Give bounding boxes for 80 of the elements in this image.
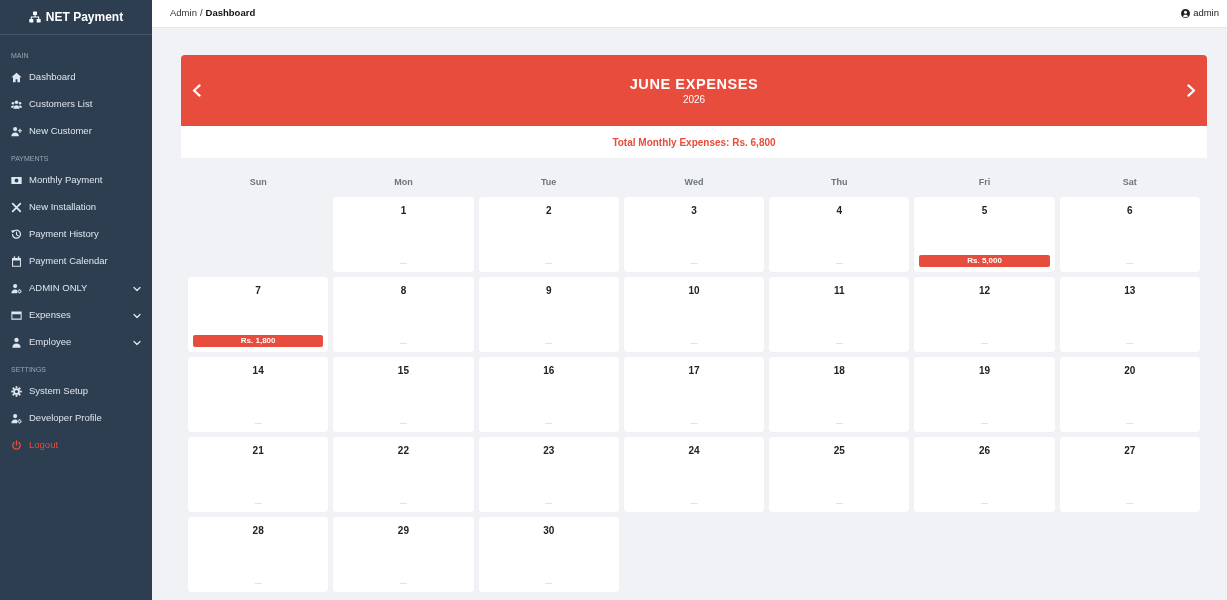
day-number: 26 xyxy=(979,445,991,457)
power-icon xyxy=(11,440,22,451)
next-month-button[interactable] xyxy=(1187,84,1196,97)
weekday-label: Thu xyxy=(831,176,848,188)
weekday-label: Tue xyxy=(541,176,557,188)
weekday-label: Sun xyxy=(249,176,267,188)
history-icon xyxy=(11,229,22,240)
weekday-label: Fri xyxy=(978,176,991,188)
day-number: 11 xyxy=(834,285,845,297)
day-number: 27 xyxy=(1124,445,1136,457)
home-icon xyxy=(11,72,22,83)
breadcrumb-separator: / xyxy=(199,6,203,21)
expense-amount: Rs. 1,800 xyxy=(193,335,324,347)
sidebar-item[interactable]: Payment History xyxy=(0,221,152,248)
day-number: 2 xyxy=(545,205,552,217)
sidebar-item[interactable]: Developer Profile xyxy=(0,405,152,432)
sidebar-item[interactable]: Payment Calendar xyxy=(0,248,152,275)
chevron-right-icon xyxy=(1187,84,1196,97)
day-number: 21 xyxy=(252,445,264,457)
day-number: 22 xyxy=(397,445,409,457)
day-number: 28 xyxy=(252,525,264,537)
weekday-label: Mon xyxy=(394,176,413,188)
breadcrumb-link[interactable]: Admin xyxy=(170,6,197,21)
sidebar-item[interactable]: New Installation xyxy=(0,194,152,221)
sidebar-item[interactable]: Monthly Payment xyxy=(0,167,152,194)
calendar-icon xyxy=(11,256,22,267)
calendar-year: 2026 xyxy=(682,92,706,107)
day-number: 8 xyxy=(400,285,407,297)
sidebar-item[interactable]: System Setup xyxy=(0,378,152,405)
day-number: 24 xyxy=(688,445,700,457)
day-number: 3 xyxy=(691,205,697,217)
weekday-label: Wed xyxy=(684,176,704,188)
network-icon xyxy=(28,11,41,23)
total-expenses-text: Total Monthly Expenses: Rs. 6,800 xyxy=(612,135,776,150)
cross-icon xyxy=(11,202,22,213)
breadcrumb-current: Dashboard xyxy=(205,6,256,21)
window-icon xyxy=(11,310,22,321)
sidebar-item[interactable]: Expenses xyxy=(0,302,152,329)
day-number: 5 xyxy=(981,205,988,217)
user-gear-icon xyxy=(11,413,22,424)
chevron-left-icon xyxy=(192,84,201,97)
day-number: 18 xyxy=(833,365,845,377)
day-number: 1 xyxy=(400,205,407,217)
day-number: 7 xyxy=(255,285,261,297)
day-number: 15 xyxy=(397,365,409,377)
user-gear-icon xyxy=(11,283,22,294)
day-number: 16 xyxy=(543,365,555,377)
banknote-icon xyxy=(11,175,22,186)
sidebar-item[interactable]: Customers List xyxy=(0,91,152,118)
chevron-down-icon xyxy=(133,284,141,293)
brand-name: NET Payment xyxy=(45,9,124,26)
settings-icon xyxy=(11,386,22,397)
sidebar-item[interactable]: Dashboard xyxy=(0,64,152,91)
day-number: 20 xyxy=(1124,365,1136,377)
day-number: 19 xyxy=(979,365,991,377)
sidebar-item[interactable]: New Customer xyxy=(0,118,152,145)
day-number: 10 xyxy=(688,285,700,297)
weekday-label: Sat xyxy=(1122,176,1137,188)
users-icon xyxy=(11,99,22,110)
day-number: 13 xyxy=(1124,285,1136,297)
day-number: 23 xyxy=(543,445,555,457)
day-number: 29 xyxy=(397,525,409,537)
day-number: 30 xyxy=(543,525,555,537)
day-number: 14 xyxy=(252,365,264,377)
day-number: 9 xyxy=(545,285,552,297)
previous-month-button[interactable] xyxy=(192,84,201,97)
expense-amount: Rs. 5,000 xyxy=(919,255,1050,267)
user-menu[interactable]: admin xyxy=(1181,6,1219,21)
day-number: 17 xyxy=(688,365,700,377)
calendar-title: JUNE EXPENSES xyxy=(629,74,759,93)
sidebar-item[interactable]: ADMIN ONLY xyxy=(0,275,152,302)
day-number: 6 xyxy=(1127,205,1133,217)
chevron-down-icon xyxy=(133,311,141,320)
user-icon xyxy=(11,337,22,348)
day-number: 25 xyxy=(833,445,845,457)
day-number: 12 xyxy=(979,285,991,297)
day-number: 4 xyxy=(836,205,843,217)
user-plus-icon xyxy=(11,126,22,137)
sidebar-item[interactable]: Employee xyxy=(0,329,152,356)
chevron-down-icon xyxy=(133,338,141,347)
